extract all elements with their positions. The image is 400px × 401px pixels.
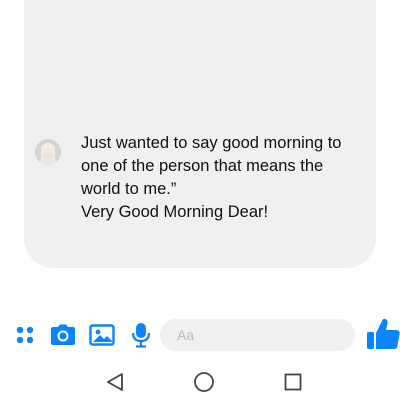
message-text: Just wanted to say good morning to one o… [81,132,381,224]
avatar[interactable] [35,139,61,165]
thumbs-up-icon[interactable] [366,316,400,352]
back-triangle-icon[interactable] [103,370,127,394]
chat-screen: Just wanted to say good morning to one o… [0,0,400,401]
message-input-placeholder: Aa [177,327,195,343]
home-circle-icon[interactable] [192,370,216,394]
message-line: one of the person that means the [81,157,324,175]
more-apps-icon[interactable] [10,320,40,350]
composer-bar: Aa [0,312,400,358]
recents-square-icon[interactable] [281,370,305,394]
avatar-photo-icon [35,139,61,165]
camera-icon[interactable] [48,320,78,350]
message-input[interactable]: Aa [160,319,355,351]
gallery-icon[interactable] [87,320,117,350]
message-line: Just wanted to say good morning to [81,134,342,152]
android-nav-bar [0,362,400,401]
message-line: world to me.” [81,180,177,198]
message-line: Very Good Morning Dear! [81,203,269,221]
microphone-icon[interactable] [126,320,156,350]
